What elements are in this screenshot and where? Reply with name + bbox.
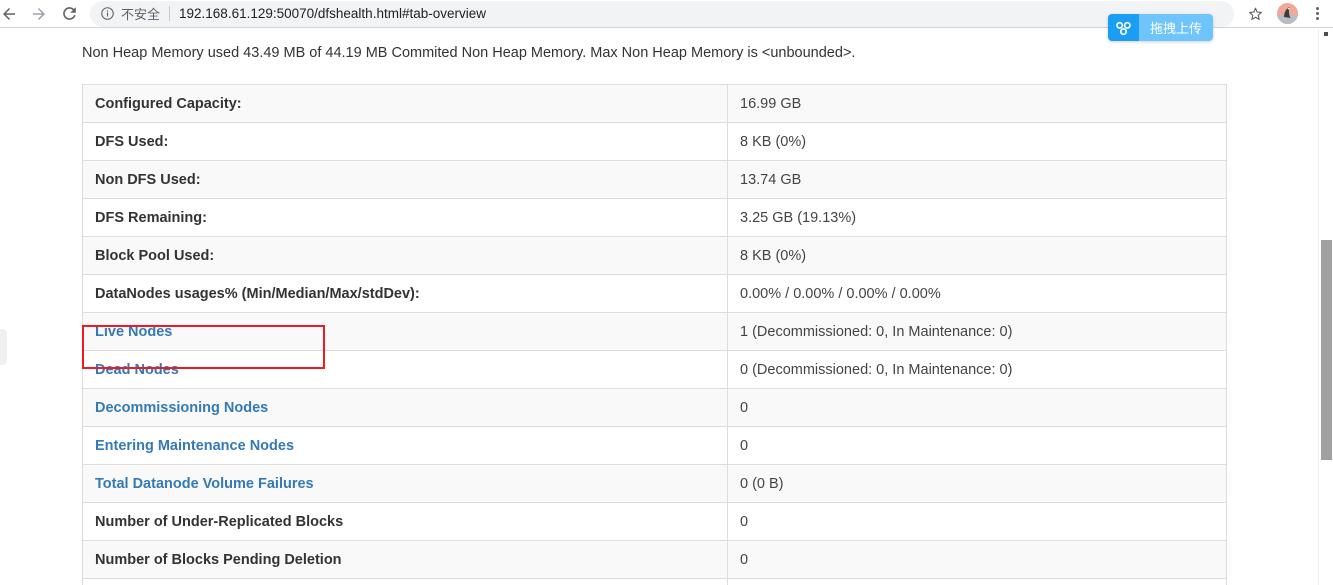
avatar[interactable] [1277, 3, 1298, 24]
summary-label-cell: Decommissioning Nodes [82, 388, 728, 427]
summary-value-cell: 8 KB (0%) [727, 236, 1227, 275]
summary-value-cell: 3.25 GB (19.13%) [727, 198, 1227, 237]
summary-value-cell: 0 [727, 502, 1227, 541]
chrome-menu-button[interactable] [1305, 1, 1329, 27]
summary-label-cell: DFS Remaining: [82, 198, 728, 237]
back-arrow-icon [3, 7, 15, 20]
summary-value-cell: 0 [727, 388, 1227, 427]
url-text[interactable]: 192.168.61.129:50070/dfshealth.html#tab-… [179, 6, 486, 21]
summary-value-cell: 1 (Decommissioned: 0, In Maintenance: 0) [727, 312, 1227, 351]
bookmark-star-icon[interactable] [1240, 1, 1270, 27]
reload-button[interactable] [54, 1, 84, 27]
forward-arrow-icon [33, 7, 45, 20]
drag-upload-label[interactable]: 拖拽上传 [1139, 14, 1214, 41]
cluster-summary-table: Configured Capacity: 16.99 GB DFS Used: 8 K… [82, 84, 1227, 585]
address-bar[interactable]: 不安全 192.168.61.129:50070/dfshealth.html#… [90, 0, 1234, 27]
omnibox-divider [169, 6, 171, 21]
table-row: Block Pool Used: 8 KB (0%) [82, 236, 1227, 275]
table-row: DFS Used: 8 KB (0%) [82, 122, 1227, 161]
info-circle-icon[interactable] [100, 6, 115, 21]
summary-value-text: 8 KB (0%) [740, 247, 807, 264]
baidu-netdisk-icon [1108, 14, 1139, 41]
table-row: Total Datanode Volume Failures 0 (0 B) [82, 464, 1227, 503]
summary-label-text: Block Pool Used: [95, 247, 215, 264]
page-scrollbar[interactable] [1318, 29, 1333, 585]
summary-label-cell: Dead Nodes [82, 350, 728, 389]
table-row: Number of Blocks Pending Deletion 0 [82, 540, 1227, 579]
table-row: DFS Remaining: 3.25 GB (19.13%) [82, 198, 1227, 237]
page-scrollbar-thumb[interactable] [1321, 240, 1332, 460]
cluster-summary-table-body: Configured Capacity: 16.99 GB DFS Used: 8 K… [82, 84, 1227, 585]
summary-value-cell: 0 (Decommissioned: 0, In Maintenance: 0) [727, 350, 1227, 389]
summary-value-cell: 13.74 GB [727, 160, 1227, 199]
table-row: Entering Maintenance Nodes 0 [82, 426, 1227, 465]
summary-value-cell: 0 [727, 426, 1227, 465]
summary-link[interactable]: Dead Nodes [95, 362, 179, 378]
forward-button[interactable] [24, 1, 54, 27]
summary-label-cell: Live Nodes [82, 312, 728, 351]
summary-value-text: 13.74 GB [740, 171, 802, 188]
summary-value-text: 1 (Decommissioned: 0, In Maintenance: 0) [740, 323, 1013, 340]
summary-value-cell: 8 KB (0%) [727, 122, 1227, 161]
summary-label-cell: Entering Maintenance Nodes [82, 426, 728, 465]
summary-label-text: Number of Under-Replicated Blocks [95, 513, 344, 530]
dfs-health-overview-page: Heap Memory used 50.25 MB of 50.52 MB He… [0, 29, 1318, 585]
summary-label-cell: Block Deletion Start Time [82, 578, 728, 585]
table-row: Non DFS Used: 13.74 GB [82, 160, 1227, 199]
summary-label-cell: Number of Under-Replicated Blocks [82, 502, 728, 541]
menu-dot [1315, 17, 1319, 20]
summary-value-text: 0 [740, 551, 749, 568]
summary-value-text: 0 [740, 399, 749, 416]
summary-label-cell: Total Datanode Volume Failures [82, 464, 728, 503]
summary-label-text: Configured Capacity: [95, 95, 242, 112]
summary-label-text: Number of Blocks Pending Deletion [95, 551, 342, 568]
scrollbar-up-marker[interactable] [1324, 32, 1328, 36]
table-row: Number of Under-Replicated Blocks 0 [82, 502, 1227, 541]
summary-link[interactable]: Total Datanode Volume Failures [95, 476, 314, 492]
summary-link[interactable]: Decommissioning Nodes [95, 400, 268, 416]
summary-label-cell: DFS Used: [82, 122, 728, 161]
summary-link[interactable]: Live Nodes [95, 324, 172, 340]
table-row: Configured Capacity: 16.99 GB [82, 84, 1227, 123]
summary-value-text: 8 KB (0%) [740, 133, 807, 150]
summary-value-text: 0 [740, 513, 749, 530]
menu-dot [1315, 12, 1319, 15]
reload-icon [62, 7, 76, 20]
summary-value-cell: 0 [727, 540, 1227, 579]
summary-label-cell: DataNodes usages% (Min/Median/Max/stdDev… [82, 274, 728, 313]
summary-label-text: Non DFS Used: [95, 171, 201, 188]
summary-value-text: 0.00% / 0.00% / 0.00% / 0.00% [740, 285, 941, 302]
summary-value-cell: 16.99 GB [727, 84, 1227, 123]
summary-label-text: DFS Remaining: [95, 209, 207, 226]
menu-dot [1315, 7, 1319, 10]
page-edge-artifact [0, 329, 7, 365]
table-row: DataNodes usages% (Min/Median/Max/stdDev… [82, 274, 1227, 313]
table-row: Live Nodes 1 (Decommissioned: 0, In Maint… [82, 312, 1227, 351]
summary-label-text: DFS Used: [95, 133, 169, 150]
page-viewport: Heap Memory used 50.25 MB of 50.52 MB He… [0, 29, 1333, 585]
summary-link[interactable]: Entering Maintenance Nodes [95, 438, 294, 454]
summary-label-text: DataNodes usages% (Min/Median/Max/stdDev… [95, 285, 420, 302]
summary-value-text: 3.25 GB (19.13%) [740, 209, 857, 226]
summary-label-cell: Configured Capacity: [82, 84, 728, 123]
summary-label-cell: Block Pool Used: [82, 236, 728, 275]
back-button[interactable] [0, 1, 24, 27]
summary-value-text: 0 (0 B) [740, 475, 784, 492]
drag-upload-badge[interactable]: 拖拽上传 [1108, 14, 1214, 41]
table-row: Decommissioning Nodes 0 [82, 388, 1227, 427]
table-row: Dead Nodes 0 (Decommissioned: 0, In Maint… [82, 350, 1227, 389]
non-heap-memory-text: Non Heap Memory used 43.49 MB of 44.19 M… [82, 45, 856, 61]
summary-value-text: 0 [740, 437, 749, 454]
security-status-label: 不安全 [121, 7, 161, 22]
summary-label-cell: Number of Blocks Pending Deletion [82, 540, 728, 579]
table-row: Block Deletion Start TimeTue Jun 09 16:1… [82, 578, 1227, 585]
summary-value-text: 0 (Decommissioned: 0, In Maintenance: 0) [740, 361, 1013, 378]
summary-value-cell: 0 (0 B) [727, 464, 1227, 503]
summary-label-cell: Non DFS Used: [82, 160, 728, 199]
summary-value-text: 16.99 GB [740, 95, 802, 112]
summary-value-cell: 0.00% / 0.00% / 0.00% / 0.00% [727, 274, 1227, 313]
